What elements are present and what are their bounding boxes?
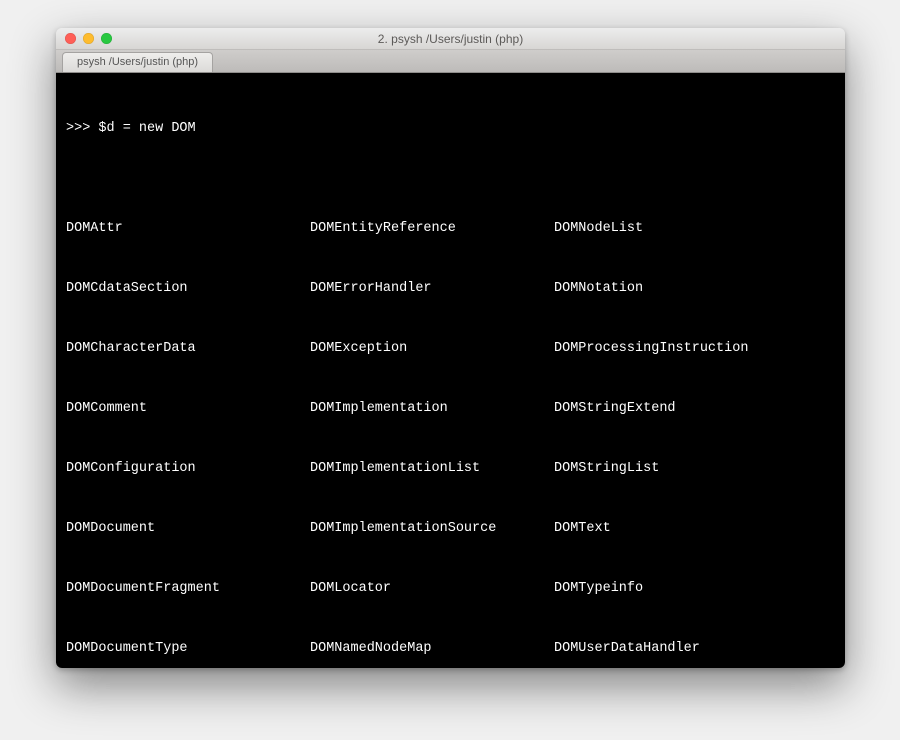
completion-item: DOMConfiguration [66,459,310,479]
window-title: 2. psysh /Users/justin (php) [56,32,845,46]
titlebar: 2. psysh /Users/justin (php) [56,28,845,50]
completion-col-2: DOMEntityReference DOMErrorHandler DOMEx… [310,179,554,668]
completion-item: DOMStringExtend [554,399,798,419]
completion-item: DOMTypeinfo [554,579,798,599]
traffic-lights [56,33,112,44]
terminal-window: 2. psysh /Users/justin (php) psysh /User… [56,28,845,668]
tab-psysh[interactable]: psysh /Users/justin (php) [62,52,213,72]
completion-item: DOMLocator [310,579,554,599]
completion-col-3: DOMNodeList DOMNotation DOMProcessingIns… [554,179,798,668]
completion-item: DOMStringList [554,459,798,479]
minimize-button[interactable] [83,33,94,44]
completion-item: DOMProcessingInstruction [554,339,798,359]
completion-item: DOMImplementationList [310,459,554,479]
completion-item: DOMNotation [554,279,798,299]
completion-item: DOMImplementation [310,399,554,419]
completion-col-1: DOMAttr DOMCdataSection DOMCharacterData… [66,179,310,668]
completion-item: DOMImplementationSource [310,519,554,539]
completion-item: DOMDocumentFragment [66,579,310,599]
zoom-button[interactable] [101,33,112,44]
terminal-body[interactable]: >>> $d = new DOM DOMAttr DOMCdataSection… [56,73,845,668]
close-button[interactable] [65,33,76,44]
tab-bar: psysh /Users/justin (php) [56,50,845,73]
completion-item: DOMCharacterData [66,339,310,359]
prompt-text: >>> $d = new DOM [66,119,196,139]
completion-item: DOMComment [66,399,310,419]
completion-item: DOMUserDataHandler [554,639,798,659]
completion-item: DOMErrorHandler [310,279,554,299]
completion-list: DOMAttr DOMCdataSection DOMCharacterData… [66,179,835,668]
completion-item: DOMAttr [66,219,310,239]
completion-item: DOMNodeList [554,219,798,239]
completion-item: DOMDocumentType [66,639,310,659]
completion-item: DOMNamedNodeMap [310,639,554,659]
completion-item: DOMException [310,339,554,359]
completion-item: DOMCdataSection [66,279,310,299]
completion-item: DOMText [554,519,798,539]
completion-item: DOMDocument [66,519,310,539]
prompt-line-1: >>> $d = new DOM [66,119,835,139]
completion-item: DOMEntityReference [310,219,554,239]
